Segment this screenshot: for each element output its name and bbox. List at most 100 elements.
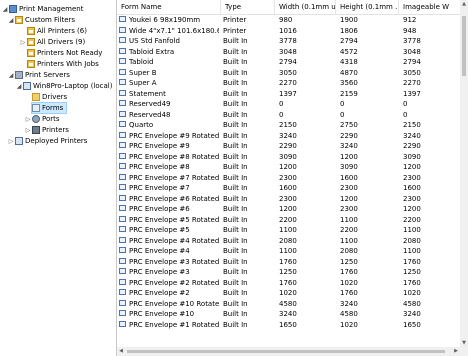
cell-imageable-width: 1200 [403,163,421,171]
column-header-height[interactable]: Height (0.1mm ... [336,0,399,14]
table-row[interactable]: PRC Envelope #1 Rotated Built In 1650 1020 1… [117,320,460,330]
tree-item-forms[interactable]: Forms [31,102,68,114]
cell-height: 1200 [340,194,358,203]
tree-item-printers[interactable]: ▷ Printers [25,125,69,135]
form-icon [119,247,126,253]
tree-item-printers-with-jobs[interactable]: Printers With Jobs [20,59,99,69]
form-name-text: PRC Envelope #2 [129,289,190,297]
expand-arrow-icon[interactable]: ▷ [8,138,14,145]
table-row[interactable]: PRC Envelope #2 Built In 1020 1760 1020 [117,289,460,298]
table-row[interactable]: Reserved48 Built In 0 0 0 [117,110,460,120]
cell-form-name: PRC Envelope #6 [119,205,219,214]
table-row[interactable]: Quarto Built In 2150 2750 2150 [117,121,460,130]
vertical-scrollbar[interactable]: ▲ ▼ [460,0,468,347]
filter-icon [27,49,35,57]
table-row[interactable]: PRC Envelope #9 Built In 2290 3240 2290 [117,142,460,151]
cell-imageable-width: 3240 [403,310,421,318]
cell-type: Built In [223,37,248,45]
table-row[interactable]: PRC Envelope #10 Rotated Built In 4580 3240… [117,299,460,309]
scroll-right-icon[interactable]: ▶ [452,347,460,356]
table-row[interactable]: US Std Fanfold Built In 3778 2794 3778 [117,37,460,46]
form-icon [119,100,126,106]
table-row[interactable]: Super A Built In 2270 3560 2270 [117,79,460,88]
cell-form-name: Statement [119,89,219,99]
tree-item-all-drivers[interactable]: ▷ All Drivers (9) [20,37,85,47]
form-name-text: US Std Fanfold [129,37,180,45]
table-row[interactable]: PRC Envelope #4 Built In 1100 2080 1100 [117,247,460,256]
expand-arrow-icon[interactable]: ▷ [25,127,31,134]
expand-arrow-icon[interactable]: ▷ [20,39,26,46]
scroll-up-icon[interactable]: ▲ [460,0,468,8]
column-header-imageable-width[interactable]: Imageable W [399,0,460,14]
table-row[interactable]: PRC Envelope #6 Rotated Built In 2300 1200 2… [117,194,460,204]
scroll-left-icon[interactable]: ◀ [117,347,125,356]
collapse-arrow-icon[interactable]: ◢ [8,17,14,24]
table-row[interactable]: PRC Envelope #8 Rotated Built In 3090 1200 3… [117,152,460,162]
column-header-form-name[interactable]: Form Name [117,0,221,14]
tree-item-label: Win8Pro-Laptop (local) [33,82,113,90]
tree-item-print-management[interactable]: ◢ Print Management [2,4,83,14]
cell-width: 0 [279,110,284,119]
tree-item-server[interactable]: ◢ Win8Pro-Laptop (local) [16,81,112,91]
tree-item-deployed-printers[interactable]: ▷ Deployed Printers [8,136,87,146]
table-row[interactable]: Reserved49 Built In 0 0 0 [117,100,460,109]
form-name-text: PRC Envelope #7 Rotated [129,173,219,182]
table-row[interactable]: PRC Envelope #8 Built In 1200 3090 1200 [117,163,460,172]
table-row[interactable]: Statement Built In 1397 2159 1397 [117,89,460,99]
table-row[interactable]: PRC Envelope #7 Built In 1600 2300 1600 [117,184,460,193]
table-row[interactable]: PRC Envelope #5 Rotated Built In 2200 1100 2… [117,215,460,225]
cell-width: 2150 [279,121,297,129]
table-row[interactable]: Tabloid Extra Built In 3048 4572 3048 [117,47,460,57]
tree-item-ports[interactable]: ▷ Ports [25,114,60,124]
table-row[interactable]: Super B Built In 3050 4870 3050 [117,68,460,78]
table-row[interactable]: PRC Envelope #7 Rotated Built In 2300 1600 2… [117,173,460,183]
tree-item-printers-not-ready[interactable]: Printers Not Ready [20,48,102,58]
cell-imageable-width: 2290 [403,142,421,150]
tree-item-all-printers[interactable]: All Printers (6) [20,26,87,36]
cell-width: 2200 [279,215,297,224]
vertical-scroll-thumb[interactable] [462,16,466,76]
form-name-text: Reserved48 [129,110,171,119]
collapse-arrow-icon[interactable]: ◢ [8,72,14,79]
table-row[interactable]: PRC Envelope #5 Built In 1100 2200 1100 [117,226,460,235]
table-row[interactable]: PRC Envelope #2 Rotated Built In 1760 1020 1… [117,278,460,288]
table-row[interactable]: PRC Envelope #9 Rotated Built In 3240 2290 3… [117,131,460,141]
table-row[interactable]: PRC Envelope #10 Built In 3240 4580 3240 [117,310,460,319]
table-row[interactable]: Wide 4"x7.1" 101.6x180.6mm Printer 1016 180… [117,26,460,36]
filter-icon [27,27,35,35]
cell-form-name: PRC Envelope #7 Rotated [119,173,219,183]
form-icon [119,226,126,232]
scroll-down-icon[interactable]: ▼ [460,339,468,347]
tree-item-custom-filters[interactable]: ◢ Custom Filters [8,15,75,25]
table-row[interactable]: PRC Envelope #3 Rotated Built In 1760 1250 1… [117,257,460,267]
cell-imageable-width: 2150 [403,121,421,129]
cell-imageable-width: 2270 [403,79,421,87]
table-row[interactable]: PRC Envelope #6 Built In 1200 2300 1200 [117,205,460,214]
cell-form-name: Reserved48 [119,110,219,120]
table-row[interactable]: PRC Envelope #3 Built In 1250 1760 1250 [117,268,460,277]
column-header-type[interactable]: Type [221,0,275,14]
cell-height: 1760 [340,289,358,297]
cell-form-name: PRC Envelope #10 [119,310,219,319]
tree-item-label: Drivers [42,93,68,101]
form-name-text: Tabloid [129,58,154,66]
cell-type: Built In [223,131,248,140]
column-header-width[interactable]: Width (0.1mm u... [275,0,336,14]
cell-imageable-width: 948 [403,26,417,35]
table-row[interactable]: Tabloid Built In 2794 4318 2794 [117,58,460,67]
tree-item-print-servers[interactable]: ◢ Print Servers [8,70,70,80]
navigation-tree: ◢ Print Management ◢ Custom Filters All … [0,0,117,356]
tree-item-drivers[interactable]: Drivers [32,92,67,102]
horizontal-scroll-thumb[interactable] [127,350,445,353]
cell-height: 4870 [340,68,358,77]
collapse-arrow-icon[interactable]: ◢ [16,83,22,90]
table-row[interactable]: PRC Envelope #4 Rotated Built In 2080 1100 2… [117,236,460,246]
form-icon [119,79,126,85]
cell-imageable-width: 4580 [403,299,421,308]
collapse-arrow-icon[interactable]: ◢ [2,6,8,13]
expand-arrow-icon[interactable]: ▷ [25,116,31,123]
table-row[interactable]: Youkei 6 98x190mm Printer 980 1900 912 [117,16,460,25]
horizontal-scrollbar[interactable]: ◀ ▶ [117,347,460,356]
cell-form-name: PRC Envelope #4 Rotated [119,236,219,246]
cell-type: Built In [223,289,248,297]
